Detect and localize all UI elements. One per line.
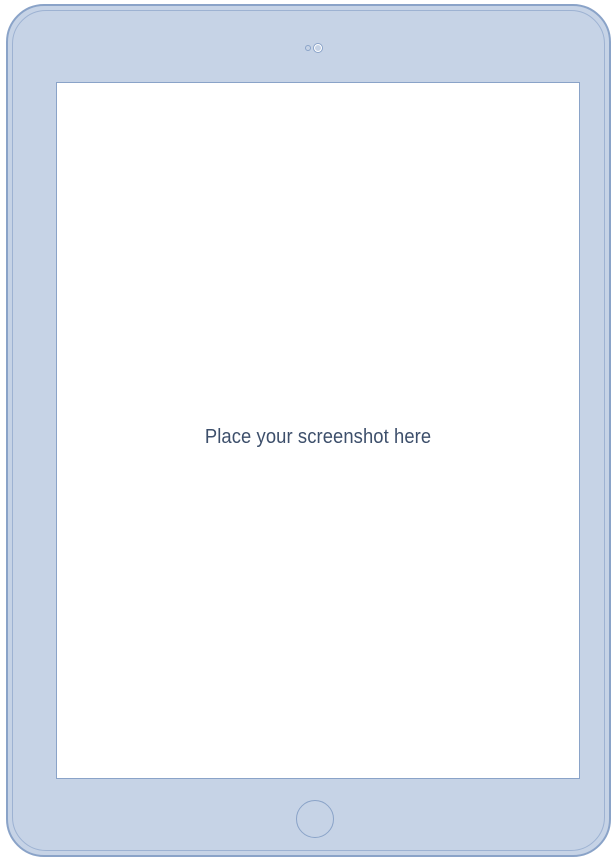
- camera-group: [301, 42, 331, 54]
- screenshot-placeholder-label: Place your screenshot here: [204, 426, 432, 448]
- light-sensor-icon: [305, 45, 311, 51]
- front-camera-icon: [314, 44, 322, 52]
- tablet-frame: Place your screenshot here: [6, 4, 611, 857]
- home-button-icon[interactable]: [296, 800, 334, 838]
- screen-area: Place your screenshot here: [56, 82, 580, 779]
